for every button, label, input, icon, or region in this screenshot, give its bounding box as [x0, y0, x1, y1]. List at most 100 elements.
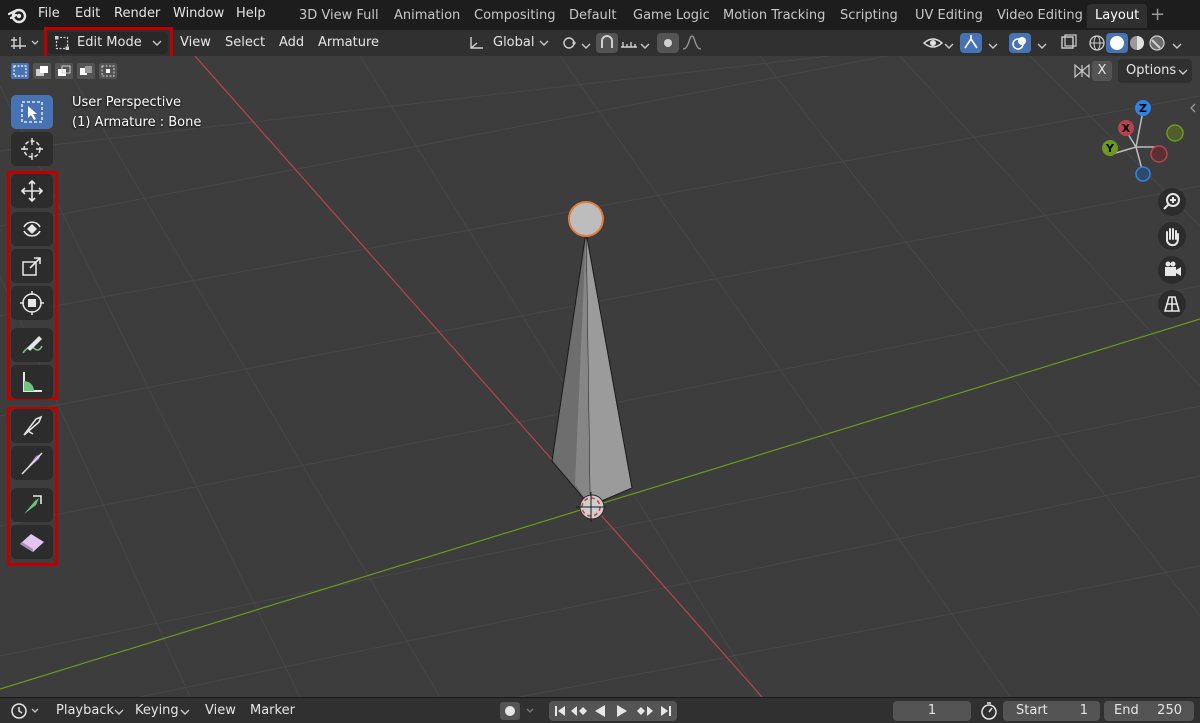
prev-keyframe-icon[interactable] — [569, 704, 589, 718]
extrude-bone-icon — [24, 495, 42, 514]
visibility-eye-icon[interactable] — [922, 33, 944, 53]
tool-extrude[interactable] — [11, 488, 53, 522]
header-menu-armature[interactable]: Armature — [318, 32, 379, 54]
xray-toggle-icon[interactable] — [1058, 33, 1080, 53]
play-reverse-icon[interactable] — [593, 704, 607, 718]
3d-viewport[interactable]: X Options User Perspective (1) Armature … — [0, 56, 1200, 697]
gizmo-neg-y-axis[interactable] — [1166, 124, 1184, 142]
chevron-down-icon[interactable] — [114, 708, 124, 716]
tab-motion-tracking[interactable]: Motion Tracking — [715, 4, 833, 28]
gizmo-neg-z-axis[interactable] — [1135, 166, 1151, 182]
end-frame-label: End — [1114, 703, 1139, 718]
proportional-editing-icon[interactable] — [657, 33, 679, 53]
tab-animation[interactable]: Animation — [386, 4, 468, 28]
bone-tip-joint[interactable] — [568, 201, 604, 237]
tool-move[interactable] — [11, 174, 53, 208]
editor-type-selector[interactable] — [8, 32, 42, 54]
tab-layout[interactable]: Layout — [1087, 4, 1148, 28]
tab-scripting[interactable]: Scripting — [832, 4, 906, 28]
tool-rotate[interactable] — [11, 212, 53, 246]
mode-highlight-box — [44, 27, 173, 59]
menu-file[interactable]: File — [38, 6, 60, 21]
tab-game-logic[interactable]: Game Logic — [625, 4, 718, 28]
select-extend-icon[interactable] — [32, 62, 52, 80]
view-perspective-label: User Perspective — [72, 95, 182, 110]
tool-cursor[interactable] — [11, 132, 53, 166]
tool-bone-roll[interactable] — [11, 409, 53, 443]
tool-transform[interactable] — [11, 286, 53, 320]
stopwatch-icon[interactable] — [980, 702, 998, 720]
start-frame-field[interactable]: Start 1 — [1003, 701, 1100, 721]
mirror-butterfly-icon[interactable] — [1072, 62, 1092, 80]
menu-render[interactable]: Render — [114, 6, 160, 21]
header-menu-view[interactable]: View — [180, 32, 211, 54]
select-mode-group — [8, 60, 117, 82]
falloff-curve-icon[interactable] — [681, 33, 703, 53]
pan-hand-icon[interactable] — [1157, 221, 1187, 251]
snap-increment-icon[interactable] — [618, 33, 640, 53]
select-invert-icon[interactable] — [76, 62, 96, 80]
tab-default[interactable]: Default — [561, 4, 625, 28]
overlays-toggle-icon[interactable] — [1009, 33, 1031, 53]
shading-solid-icon[interactable] — [1106, 33, 1128, 53]
chevron-down-icon[interactable] — [944, 42, 954, 50]
add-workspace-button[interactable]: + — [1150, 4, 1165, 26]
tool-eraser[interactable] — [11, 525, 53, 559]
tool-scale[interactable] — [11, 249, 53, 283]
camera-view-icon[interactable] — [1157, 255, 1187, 285]
shading-material-icon[interactable] — [1126, 33, 1148, 53]
header-menu-select[interactable]: Select — [225, 32, 265, 54]
next-keyframe-icon[interactable] — [635, 704, 655, 718]
menu-help[interactable]: Help — [236, 6, 266, 21]
chevron-down-icon[interactable] — [640, 42, 650, 50]
timeline-menu-playback[interactable]: Playback — [56, 703, 114, 718]
gizmo-neg-x-axis[interactable] — [1150, 145, 1168, 163]
blender-logo-icon[interactable] — [8, 5, 28, 25]
jump-start-icon[interactable] — [553, 704, 567, 718]
armature-bone[interactable] — [551, 231, 633, 508]
tab-3d-view-full[interactable]: 3D View Full — [291, 4, 387, 28]
tool-bone-size[interactable] — [11, 446, 53, 480]
transform-orientation-dropdown[interactable]: Global — [466, 32, 552, 54]
tab-video-editing[interactable]: Video Editing — [989, 4, 1091, 28]
timeline-menu-keying[interactable]: Keying — [135, 703, 179, 718]
record-keyframe-icon[interactable] — [500, 702, 540, 720]
timeline-menu-view[interactable]: View — [205, 703, 236, 718]
end-frame-field[interactable]: End 250 — [1104, 701, 1194, 721]
options-dropdown[interactable]: Options — [1118, 59, 1192, 83]
pivot-point-icon[interactable] — [560, 33, 582, 53]
tool-select-box[interactable] — [11, 95, 53, 129]
chevron-down-icon[interactable] — [1172, 42, 1182, 50]
shading-rendered-icon[interactable] — [1146, 33, 1168, 53]
navigation-gizmo[interactable]: Z X Y — [1095, 94, 1195, 184]
menu-window[interactable]: Window — [173, 6, 224, 21]
snap-magnet-icon[interactable] — [596, 33, 618, 53]
clock-editor-icon[interactable] — [10, 703, 42, 719]
tab-uv-editing[interactable]: UV Editing — [907, 4, 991, 28]
zoom-icon[interactable] — [1157, 187, 1187, 217]
jump-end-icon[interactable] — [659, 704, 673, 718]
tab-compositing[interactable]: Compositing — [466, 4, 564, 28]
header-menu-add[interactable]: Add — [279, 32, 304, 54]
bone-size-icon — [21, 452, 43, 475]
mirror-x-toggle[interactable]: X — [1092, 61, 1112, 81]
select-intersect-icon[interactable] — [98, 62, 118, 80]
menu-edit[interactable]: Edit — [75, 6, 100, 21]
ortho-grid-icon[interactable] — [1157, 289, 1187, 319]
tool-measure[interactable] — [11, 365, 53, 399]
chevron-down-icon[interactable] — [988, 42, 998, 50]
timeline-menu-marker[interactable]: Marker — [250, 703, 295, 718]
current-frame-value: 1 — [927, 703, 937, 718]
select-new-icon[interactable] — [10, 62, 30, 80]
play-icon[interactable] — [615, 704, 629, 718]
tool-annotate[interactable] — [11, 328, 53, 362]
chevron-down-icon[interactable] — [180, 708, 190, 716]
shading-wireframe-icon[interactable] — [1086, 33, 1108, 53]
select-subtract-icon[interactable] — [54, 62, 74, 80]
chevron-down-icon[interactable] — [581, 42, 591, 50]
current-frame-field[interactable]: 1 — [893, 701, 971, 721]
scale-icon — [22, 257, 41, 276]
sidebar-collapse-icon[interactable] — [1189, 102, 1197, 114]
chevron-down-icon[interactable] — [1037, 42, 1047, 50]
gizmo-toggle-icon[interactable] — [960, 33, 982, 53]
